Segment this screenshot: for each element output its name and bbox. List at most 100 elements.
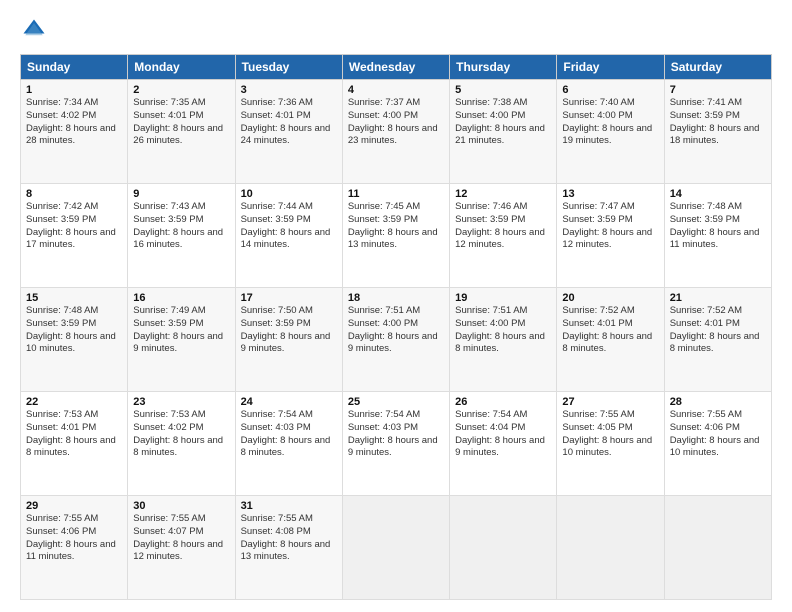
calendar-table: Sunday Monday Tuesday Wednesday Thursday… xyxy=(20,54,772,600)
table-row xyxy=(450,496,557,600)
col-monday: Monday xyxy=(128,55,235,80)
day-number: 9 xyxy=(133,188,229,200)
col-friday: Friday xyxy=(557,55,664,80)
logo xyxy=(20,16,52,44)
day-number: 22 xyxy=(26,396,122,408)
day-info: Sunrise: 7:54 AM Sunset: 4:04 PM Dayligh… xyxy=(455,409,551,460)
table-row: 22 Sunrise: 7:53 AM Sunset: 4:01 PM Dayl… xyxy=(21,392,128,496)
day-number: 20 xyxy=(562,292,658,304)
day-info: Sunrise: 7:44 AM Sunset: 3:59 PM Dayligh… xyxy=(241,201,337,252)
day-number: 18 xyxy=(348,292,444,304)
day-number: 27 xyxy=(562,396,658,408)
table-row: 21 Sunrise: 7:52 AM Sunset: 4:01 PM Dayl… xyxy=(664,288,771,392)
col-sunday: Sunday xyxy=(21,55,128,80)
day-number: 13 xyxy=(562,188,658,200)
col-thursday: Thursday xyxy=(450,55,557,80)
weekday-header-row: Sunday Monday Tuesday Wednesday Thursday… xyxy=(21,55,772,80)
day-info: Sunrise: 7:52 AM Sunset: 4:01 PM Dayligh… xyxy=(670,305,766,356)
day-info: Sunrise: 7:45 AM Sunset: 3:59 PM Dayligh… xyxy=(348,201,444,252)
day-number: 19 xyxy=(455,292,551,304)
day-info: Sunrise: 7:55 AM Sunset: 4:06 PM Dayligh… xyxy=(26,513,122,564)
col-tuesday: Tuesday xyxy=(235,55,342,80)
day-info: Sunrise: 7:36 AM Sunset: 4:01 PM Dayligh… xyxy=(241,97,337,148)
day-info: Sunrise: 7:41 AM Sunset: 3:59 PM Dayligh… xyxy=(670,97,766,148)
table-row xyxy=(664,496,771,600)
table-row: 8 Sunrise: 7:42 AM Sunset: 3:59 PM Dayli… xyxy=(21,184,128,288)
table-row: 17 Sunrise: 7:50 AM Sunset: 3:59 PM Dayl… xyxy=(235,288,342,392)
day-number: 16 xyxy=(133,292,229,304)
day-info: Sunrise: 7:51 AM Sunset: 4:00 PM Dayligh… xyxy=(455,305,551,356)
day-info: Sunrise: 7:53 AM Sunset: 4:01 PM Dayligh… xyxy=(26,409,122,460)
col-saturday: Saturday xyxy=(664,55,771,80)
table-row xyxy=(342,496,449,600)
table-row: 12 Sunrise: 7:46 AM Sunset: 3:59 PM Dayl… xyxy=(450,184,557,288)
calendar-week-row: 22 Sunrise: 7:53 AM Sunset: 4:01 PM Dayl… xyxy=(21,392,772,496)
day-info: Sunrise: 7:47 AM Sunset: 3:59 PM Dayligh… xyxy=(562,201,658,252)
table-row: 10 Sunrise: 7:44 AM Sunset: 3:59 PM Dayl… xyxy=(235,184,342,288)
day-info: Sunrise: 7:34 AM Sunset: 4:02 PM Dayligh… xyxy=(26,97,122,148)
table-row: 11 Sunrise: 7:45 AM Sunset: 3:59 PM Dayl… xyxy=(342,184,449,288)
day-info: Sunrise: 7:55 AM Sunset: 4:08 PM Dayligh… xyxy=(241,513,337,564)
day-info: Sunrise: 7:54 AM Sunset: 4:03 PM Dayligh… xyxy=(348,409,444,460)
day-number: 29 xyxy=(26,500,122,512)
day-number: 1 xyxy=(26,84,122,96)
day-number: 2 xyxy=(133,84,229,96)
day-number: 3 xyxy=(241,84,337,96)
table-row: 6 Sunrise: 7:40 AM Sunset: 4:00 PM Dayli… xyxy=(557,80,664,184)
day-number: 23 xyxy=(133,396,229,408)
day-number: 28 xyxy=(670,396,766,408)
table-row: 29 Sunrise: 7:55 AM Sunset: 4:06 PM Dayl… xyxy=(21,496,128,600)
day-number: 15 xyxy=(26,292,122,304)
day-info: Sunrise: 7:38 AM Sunset: 4:00 PM Dayligh… xyxy=(455,97,551,148)
day-info: Sunrise: 7:43 AM Sunset: 3:59 PM Dayligh… xyxy=(133,201,229,252)
day-number: 7 xyxy=(670,84,766,96)
day-info: Sunrise: 7:49 AM Sunset: 3:59 PM Dayligh… xyxy=(133,305,229,356)
day-number: 31 xyxy=(241,500,337,512)
day-number: 25 xyxy=(348,396,444,408)
day-info: Sunrise: 7:48 AM Sunset: 3:59 PM Dayligh… xyxy=(670,201,766,252)
day-info: Sunrise: 7:42 AM Sunset: 3:59 PM Dayligh… xyxy=(26,201,122,252)
table-row: 31 Sunrise: 7:55 AM Sunset: 4:08 PM Dayl… xyxy=(235,496,342,600)
day-info: Sunrise: 7:53 AM Sunset: 4:02 PM Dayligh… xyxy=(133,409,229,460)
table-row: 4 Sunrise: 7:37 AM Sunset: 4:00 PM Dayli… xyxy=(342,80,449,184)
table-row: 9 Sunrise: 7:43 AM Sunset: 3:59 PM Dayli… xyxy=(128,184,235,288)
table-row: 1 Sunrise: 7:34 AM Sunset: 4:02 PM Dayli… xyxy=(21,80,128,184)
table-row xyxy=(557,496,664,600)
col-wednesday: Wednesday xyxy=(342,55,449,80)
page: Sunday Monday Tuesday Wednesday Thursday… xyxy=(0,0,792,612)
calendar-week-row: 29 Sunrise: 7:55 AM Sunset: 4:06 PM Dayl… xyxy=(21,496,772,600)
table-row: 23 Sunrise: 7:53 AM Sunset: 4:02 PM Dayl… xyxy=(128,392,235,496)
table-row: 15 Sunrise: 7:48 AM Sunset: 3:59 PM Dayl… xyxy=(21,288,128,392)
day-info: Sunrise: 7:50 AM Sunset: 3:59 PM Dayligh… xyxy=(241,305,337,356)
day-info: Sunrise: 7:54 AM Sunset: 4:03 PM Dayligh… xyxy=(241,409,337,460)
day-number: 12 xyxy=(455,188,551,200)
day-info: Sunrise: 7:48 AM Sunset: 3:59 PM Dayligh… xyxy=(26,305,122,356)
day-number: 4 xyxy=(348,84,444,96)
day-number: 17 xyxy=(241,292,337,304)
day-number: 5 xyxy=(455,84,551,96)
table-row: 13 Sunrise: 7:47 AM Sunset: 3:59 PM Dayl… xyxy=(557,184,664,288)
day-number: 11 xyxy=(348,188,444,200)
day-number: 24 xyxy=(241,396,337,408)
logo-icon xyxy=(20,16,48,44)
day-info: Sunrise: 7:55 AM Sunset: 4:05 PM Dayligh… xyxy=(562,409,658,460)
day-number: 10 xyxy=(241,188,337,200)
day-number: 14 xyxy=(670,188,766,200)
day-number: 6 xyxy=(562,84,658,96)
day-info: Sunrise: 7:55 AM Sunset: 4:07 PM Dayligh… xyxy=(133,513,229,564)
day-info: Sunrise: 7:51 AM Sunset: 4:00 PM Dayligh… xyxy=(348,305,444,356)
table-row: 27 Sunrise: 7:55 AM Sunset: 4:05 PM Dayl… xyxy=(557,392,664,496)
header xyxy=(20,16,772,44)
table-row: 30 Sunrise: 7:55 AM Sunset: 4:07 PM Dayl… xyxy=(128,496,235,600)
calendar-week-row: 1 Sunrise: 7:34 AM Sunset: 4:02 PM Dayli… xyxy=(21,80,772,184)
day-number: 8 xyxy=(26,188,122,200)
table-row: 3 Sunrise: 7:36 AM Sunset: 4:01 PM Dayli… xyxy=(235,80,342,184)
day-info: Sunrise: 7:55 AM Sunset: 4:06 PM Dayligh… xyxy=(670,409,766,460)
table-row: 19 Sunrise: 7:51 AM Sunset: 4:00 PM Dayl… xyxy=(450,288,557,392)
table-row: 2 Sunrise: 7:35 AM Sunset: 4:01 PM Dayli… xyxy=(128,80,235,184)
table-row: 16 Sunrise: 7:49 AM Sunset: 3:59 PM Dayl… xyxy=(128,288,235,392)
table-row: 18 Sunrise: 7:51 AM Sunset: 4:00 PM Dayl… xyxy=(342,288,449,392)
day-info: Sunrise: 7:46 AM Sunset: 3:59 PM Dayligh… xyxy=(455,201,551,252)
table-row: 7 Sunrise: 7:41 AM Sunset: 3:59 PM Dayli… xyxy=(664,80,771,184)
table-row: 14 Sunrise: 7:48 AM Sunset: 3:59 PM Dayl… xyxy=(664,184,771,288)
